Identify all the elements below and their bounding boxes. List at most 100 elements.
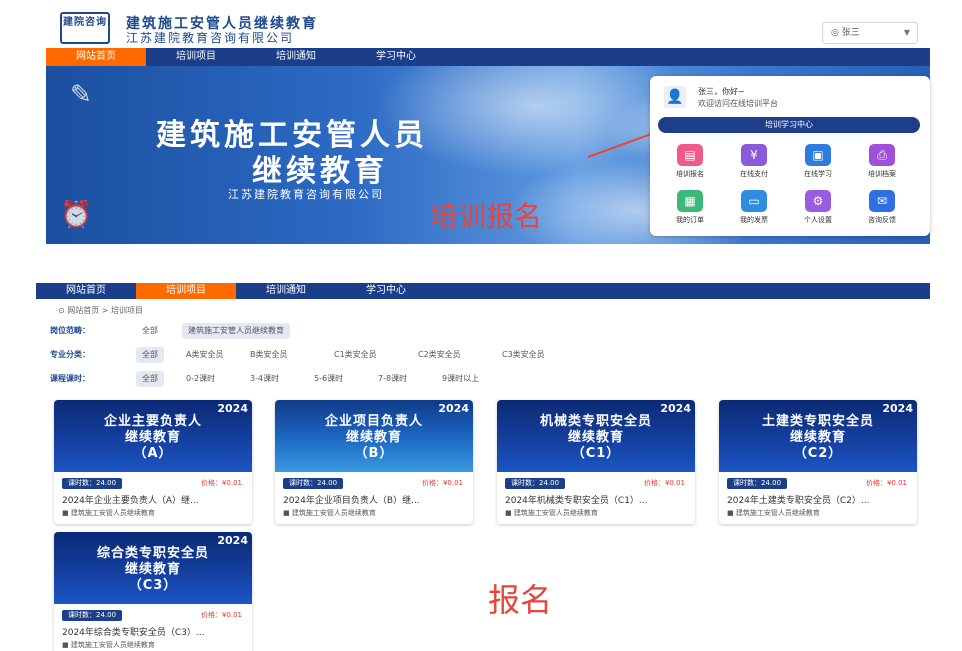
filter-label: 课程课时：	[50, 374, 90, 383]
filter-option[interactable]: 3-4课时	[244, 371, 285, 387]
filter-option[interactable]: 建筑施工安管人员继续教育	[182, 323, 290, 339]
filter-option[interactable]: C1类安全员	[328, 347, 383, 363]
nav-notices[interactable]: 培训通知	[236, 283, 336, 299]
welcome-text: 欢迎访问在线培训平台	[698, 99, 778, 108]
course-org-label: 建筑施工安管人员继续教育	[70, 509, 155, 517]
main-nav-2: 网站首页 培训项目 培训通知 学习中心	[36, 283, 930, 299]
main-nav: 网站首页 培训项目 培训通知 学习中心	[46, 48, 930, 66]
annotation-signup: 培训报名	[430, 200, 543, 233]
nav-study-center[interactable]: 学习中心	[336, 283, 436, 299]
tile-feedback[interactable]: ✉ 咨询反馈	[854, 190, 910, 228]
filter-option[interactable]: 9课时以上	[436, 371, 485, 387]
tile-label: 咨询反馈	[868, 216, 896, 224]
tile-label: 个人设置	[804, 216, 832, 224]
tile-signup[interactable]: ▤ 培训报名	[662, 144, 718, 182]
tile-study[interactable]: ▣ 在线学习	[790, 144, 846, 182]
nav-home[interactable]: 网站首页	[46, 48, 146, 66]
filter-option[interactable]: 全部	[136, 347, 164, 363]
course-org-label: 建筑施工安管人员继续教育	[513, 509, 598, 517]
course-cover-code: （A）	[133, 446, 173, 461]
course-cover-title: 土建类专职安全员	[761, 414, 874, 429]
user-icon: ◎	[831, 28, 839, 38]
course-name[interactable]: 2024年企业项目负责人（B）继...	[283, 493, 467, 506]
course-hours: 课时数：24.00	[62, 478, 123, 489]
course-hours: 课时数：24.00	[727, 478, 788, 489]
course-hours: 课时数：24.00	[62, 610, 123, 621]
printer-icon: ⎙	[869, 144, 895, 166]
breadcrumb-text[interactable]: 网站首页 > 培训项目	[67, 306, 143, 315]
course-hours: 课时数：24.00	[283, 478, 344, 489]
nav-projects[interactable]: 培训项目	[136, 283, 236, 299]
nav-projects[interactable]: 培训项目	[146, 48, 246, 66]
location-icon: ⊙	[58, 306, 65, 315]
order-icon: ▦	[677, 190, 703, 212]
course-card[interactable]: 2024 机械类专职安全员 继续教育 （C1） 课时数：24.00 价格：¥0.…	[497, 400, 695, 524]
chevron-down-icon: ▼	[903, 28, 910, 37]
course-cover-title: 综合类专职安全员	[96, 546, 209, 561]
course-card[interactable]: 2024 企业主要负责人 继续教育 （A） 课时数：24.00 价格：¥0.01…	[54, 400, 252, 524]
alarm-clock-icon: ⏰	[60, 200, 93, 230]
org-icon: ■	[62, 509, 71, 517]
course-name[interactable]: 2024年机械类专职安全员（C1）...	[505, 493, 689, 506]
tile-label: 我的订单	[676, 216, 704, 224]
nav-notices[interactable]: 培训通知	[246, 48, 346, 66]
nav-home[interactable]: 网站首页	[36, 283, 136, 299]
course-card[interactable]: 2024 综合类专职安全员 继续教育 （C3） 课时数：24.00 价格：¥0.…	[54, 532, 252, 651]
filter-option[interactable]: 5-6课时	[308, 371, 349, 387]
course-org-label: 建筑施工安管人员继续教育	[70, 641, 155, 649]
filter-label: 岗位范畴：	[50, 326, 90, 335]
filter-option[interactable]: 7-8课时	[372, 371, 413, 387]
course-cover-subtitle: 继续教育	[124, 562, 181, 577]
site-logo[interactable]: 建院咨询	[60, 12, 110, 44]
tile-archive[interactable]: ⎙ 培训档案	[854, 144, 910, 182]
user-menu-dropdown[interactable]: ◎ 张三 ▼	[822, 22, 918, 44]
banner-title-line2: 继续教育	[252, 154, 388, 189]
tile-label: 培训报名	[676, 170, 704, 178]
course-cover: 2024 土建类专职安全员 继续教育 （C2）	[719, 400, 917, 472]
clipboard-icon: ▤	[677, 144, 703, 166]
tile-label: 在线支付	[740, 170, 768, 178]
course-org: ■ 建筑施工安管人员继续教育	[505, 508, 598, 518]
study-center-button[interactable]: 培训学习中心	[658, 117, 920, 133]
wallet-icon: ¥	[741, 144, 767, 166]
user-menu-label: 张三	[841, 28, 860, 38]
filter-option[interactable]: C2类安全员	[412, 347, 467, 363]
course-price: 价格：¥0.01	[643, 479, 685, 487]
invoice-icon: ▭	[741, 190, 767, 212]
org-icon: ■	[62, 641, 71, 649]
filter-option[interactable]: 0-2课时	[180, 371, 221, 387]
course-price: 价格：¥0.01	[421, 479, 463, 487]
filter-option[interactable]: A类安全员	[180, 347, 229, 363]
course-cover-code: （C2）	[793, 446, 843, 461]
course-name[interactable]: 2024年土建类专职安全员（C2）...	[727, 493, 911, 506]
nav-study-center[interactable]: 学习中心	[346, 48, 446, 66]
course-cover-code: （C1）	[571, 446, 621, 461]
filter-option[interactable]: 全部	[136, 371, 164, 387]
course-name[interactable]: 2024年企业主要负责人（A）继...	[62, 493, 246, 506]
user-greeting: 张三，你好~	[698, 87, 745, 96]
course-cover-subtitle: 继续教育	[124, 430, 181, 445]
tile-invoices[interactable]: ▭ 我的发票	[726, 190, 782, 228]
tile-label: 在线学习	[804, 170, 832, 178]
course-org-label: 建筑施工安管人员继续教育	[291, 509, 376, 517]
course-card[interactable]: 2024 企业项目负责人 继续教育 （B） 课时数：24.00 价格：¥0.01…	[275, 400, 473, 524]
org-icon: ■	[727, 509, 736, 517]
tile-payment[interactable]: ¥ 在线支付	[726, 144, 782, 182]
course-org-label: 建筑施工安管人员继续教育	[735, 509, 820, 517]
filter-option[interactable]: 全部	[136, 323, 164, 339]
course-card[interactable]: 2024 土建类专职安全员 继续教育 （C2） 课时数：24.00 价格：¥0.…	[719, 400, 917, 524]
filter-option[interactable]: C3类安全员	[496, 347, 551, 363]
course-cover: 2024 机械类专职安全员 继续教育 （C1）	[497, 400, 695, 472]
site-header: 建院咨询 建筑施工安管人员继续教育 江苏建院教育咨询有限公司 ◎ 张三 ▼	[46, 8, 926, 46]
breadcrumb: ⊙ 网站首页 > 培训项目	[58, 305, 143, 316]
annotation-signup-2: 报名	[488, 581, 553, 619]
tile-settings[interactable]: ⚙ 个人设置	[790, 190, 846, 228]
book-icon: ▣	[805, 144, 831, 166]
course-name[interactable]: 2024年综合类专职安全员（C3）...	[62, 625, 246, 638]
tile-orders[interactable]: ▦ 我的订单	[662, 190, 718, 228]
org-icon: ■	[283, 509, 292, 517]
course-cover-title: 企业主要负责人	[103, 414, 202, 429]
tile-label: 培训档案	[868, 170, 896, 178]
page: 建院咨询 建筑施工安管人员继续教育 江苏建院教育咨询有限公司 ◎ 张三 ▼ 网站…	[0, 0, 962, 651]
filter-option[interactable]: B类安全员	[244, 347, 294, 363]
